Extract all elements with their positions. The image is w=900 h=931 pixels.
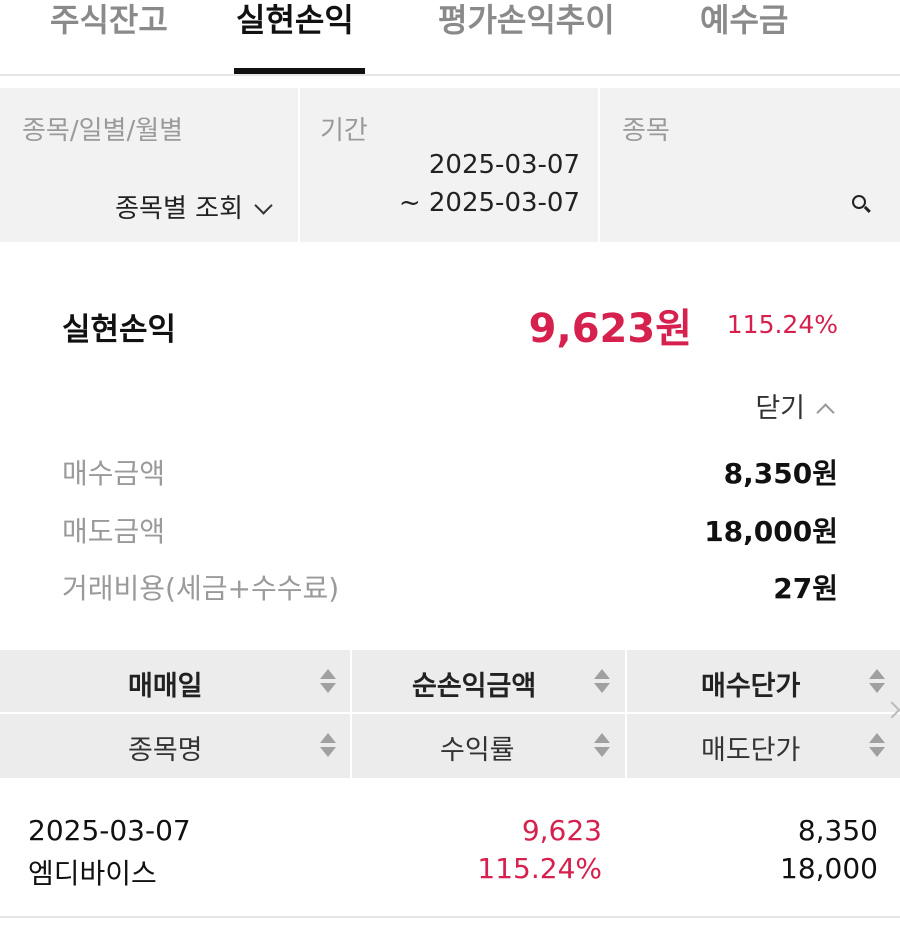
- column-trade-date[interactable]: 매매일: [0, 650, 350, 712]
- tab-valuation-trend[interactable]: 평가손익추이: [438, 0, 615, 40]
- table-header: 매매일 순손익금액 매수단가 종목명 수익률 매도단가: [0, 650, 900, 778]
- view-type-select[interactable]: 종목별 조회: [115, 188, 273, 225]
- detail-value: 27원: [773, 572, 838, 605]
- sort-icon: [594, 667, 610, 697]
- net-profit: 9,623: [521, 814, 602, 847]
- sort-icon: [320, 667, 336, 697]
- buy-price: 8,350: [797, 814, 878, 847]
- sort-icon: [594, 731, 610, 761]
- detail-value: 8,350원: [723, 457, 838, 490]
- period-label: 기간: [320, 116, 368, 146]
- column-stock-name[interactable]: 종목명: [0, 714, 350, 776]
- column-net-profit[interactable]: 순손익금액: [352, 650, 625, 712]
- period-from: 2025-03-07: [428, 150, 580, 180]
- sell-price: 18,000: [780, 852, 878, 885]
- sort-icon: [320, 731, 336, 761]
- chevron-down-icon: [254, 196, 273, 215]
- chevron-up-icon: [816, 403, 835, 422]
- sort-icon: [869, 667, 885, 697]
- search-icon[interactable]: [852, 195, 871, 213]
- detail-row-buy-amount: 매수금액 8,350원: [62, 452, 838, 492]
- close-details-label: 닫기: [755, 393, 805, 424]
- column-label: 매매일: [128, 671, 203, 702]
- column-label: 매수단가: [701, 671, 801, 702]
- detail-label: 매수금액: [62, 457, 166, 490]
- close-details-button[interactable]: 닫기: [755, 386, 835, 425]
- detail-label: 거래비용(세금+수수료): [62, 572, 340, 605]
- table-row[interactable]: 2025-03-07 엠디바이스 9,623 115.24% 8,350 18,…: [0, 778, 900, 918]
- tab-stock-balance[interactable]: 주식잔고: [50, 0, 168, 40]
- filter-bar: 종목/일별/월별 종목별 조회 기간 2025-03-07 ~ 2025-03-…: [0, 88, 900, 242]
- column-sell-price[interactable]: 매도단가: [627, 714, 900, 776]
- stock-name: 엠디바이스: [28, 857, 157, 890]
- sort-icon: [869, 731, 885, 761]
- trade-date: 2025-03-07: [28, 814, 191, 847]
- column-divider: [625, 650, 627, 778]
- return-rate: 115.24%: [477, 852, 602, 885]
- stock-filter[interactable]: 종목: [600, 88, 900, 242]
- column-label: 순손익금액: [412, 671, 537, 702]
- realized-profit-rate: 115.24%: [726, 310, 838, 339]
- detail-label: 매도금액: [62, 515, 166, 548]
- column-label: 수익률: [440, 735, 515, 766]
- detail-value: 18,000원: [704, 515, 838, 548]
- column-buy-price[interactable]: 매수단가: [627, 650, 900, 712]
- view-type-filter[interactable]: 종목/일별/월별 종목별 조회: [0, 88, 298, 242]
- column-divider: [350, 650, 352, 778]
- detail-row-sell-amount: 매도금액 18,000원: [62, 510, 838, 550]
- stock-label: 종목: [622, 116, 670, 146]
- view-type-value: 종목별 조회: [115, 194, 243, 224]
- realized-profit-amount: 9,623원: [528, 306, 692, 352]
- column-label: 매도단가: [701, 735, 801, 766]
- column-label: 종목명: [128, 735, 203, 766]
- summary-title: 실현손익: [62, 312, 177, 348]
- tab-deposit[interactable]: 예수금: [700, 0, 788, 40]
- tab-bar: 주식잔고 실현손익 평가손익추이 예수금: [0, 0, 900, 76]
- row-divider: [0, 712, 900, 714]
- active-tab-indicator: [234, 68, 365, 74]
- detail-row-trading-cost: 거래비용(세금+수수료) 27원: [62, 567, 838, 607]
- period-filter[interactable]: 기간 2025-03-07 ~ 2025-03-07: [300, 88, 598, 242]
- column-return-rate[interactable]: 수익률: [352, 714, 625, 776]
- view-type-label: 종목/일별/월별: [22, 116, 184, 146]
- period-to: ~ 2025-03-07: [398, 188, 580, 218]
- tab-realized-profit[interactable]: 실현손익: [236, 0, 354, 40]
